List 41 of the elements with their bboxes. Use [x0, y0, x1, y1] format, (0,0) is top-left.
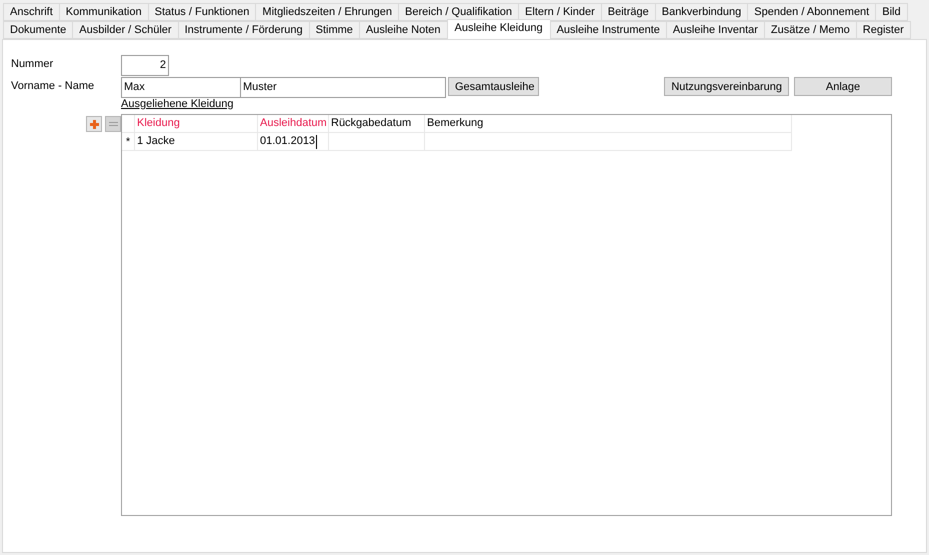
tab[interactable]: Mitgliedszeiten / Ehrungen — [255, 3, 398, 21]
add-button[interactable] — [86, 116, 102, 132]
remove-button[interactable] — [105, 116, 121, 132]
tab[interactable]: Kommunikation — [58, 3, 148, 21]
plus-icon — [90, 120, 98, 128]
total-loan-button[interactable]: Gesamtausleihe — [448, 77, 539, 96]
tab[interactable]: Ausleihe Noten — [358, 21, 446, 39]
agreement-button[interactable]: Nutzungsvereinbarung — [664, 77, 789, 96]
column-header[interactable]: Kleidung — [135, 115, 258, 133]
tab[interactable]: Spenden / Abonnement — [747, 3, 876, 21]
name-label: Vorname - Name — [11, 79, 96, 92]
tab[interactable]: Bankverbindung — [654, 3, 748, 21]
tab[interactable]: Zusätze / Memo — [764, 21, 856, 39]
tab[interactable]: Eltern / Kinder — [518, 3, 601, 21]
tab[interactable]: Status / Funktionen — [148, 3, 256, 21]
column-header[interactable]: Ausleihdatum — [258, 115, 329, 133]
tab[interactable]: Bild — [875, 3, 908, 21]
column-header[interactable]: Rückgabedatum — [329, 115, 425, 133]
tab[interactable]: Instrumente / Förderung — [178, 21, 309, 39]
attachment-button[interactable]: Anlage — [794, 77, 892, 96]
tab[interactable]: Ausbilder / Schüler — [72, 21, 178, 39]
tab[interactable]: Ausleihe Inventar — [666, 21, 764, 39]
table-title: Ausgeliehene Kleidung — [121, 98, 234, 110]
last-name-field[interactable]: Muster — [241, 77, 446, 98]
column-header[interactable]: Bemerkung — [425, 115, 792, 133]
tab[interactable]: Bereich / Qualifikation — [398, 3, 518, 21]
first-name-field[interactable]: Max — [121, 77, 241, 98]
number-label: Nummer — [11, 57, 54, 70]
corner-cell — [122, 115, 135, 133]
tab[interactable]: Dokumente — [3, 21, 72, 39]
tab[interactable]: Beiträge — [600, 3, 655, 21]
tab[interactable]: Ausleihe Kleidung — [446, 19, 550, 39]
table-cell: 1 Jacke — [135, 133, 258, 151]
tab[interactable]: Anschrift — [3, 3, 59, 21]
tab[interactable]: Stimme — [308, 21, 359, 39]
number-field[interactable]: 2 — [121, 55, 169, 76]
tab[interactable]: Register — [856, 21, 911, 39]
text-cursor — [316, 135, 318, 149]
table-cell: 01.01.2013 — [258, 133, 329, 151]
tab[interactable]: Ausleihe Instrumente — [550, 21, 666, 39]
minus-icon — [108, 122, 118, 126]
